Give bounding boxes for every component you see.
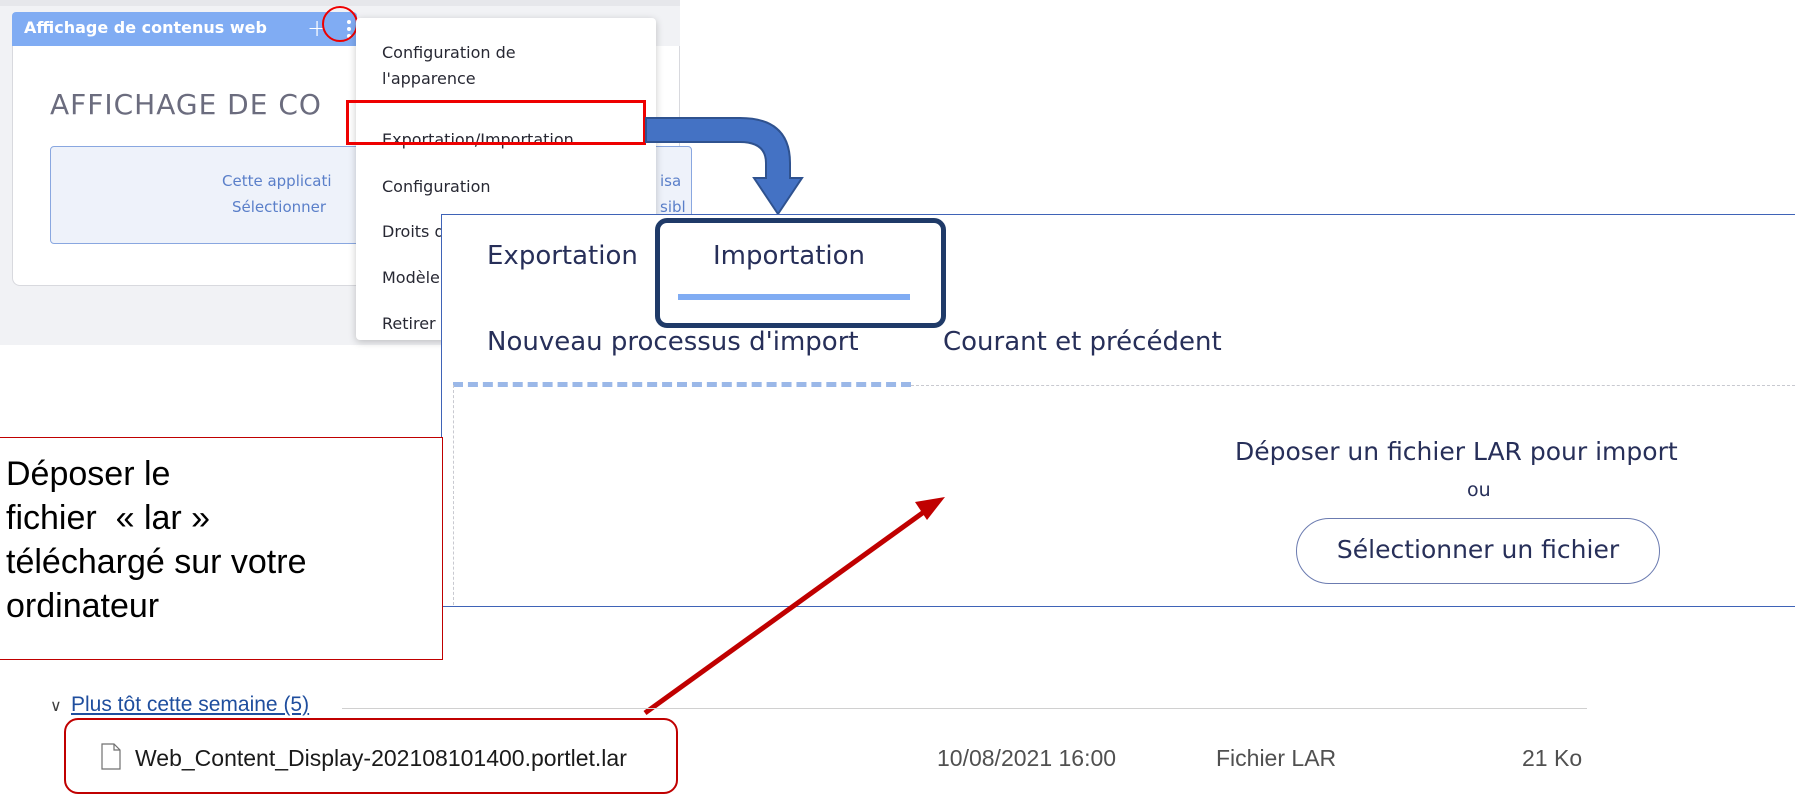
- chevron-down-icon[interactable]: ∨: [50, 696, 62, 715]
- file-icon: [101, 743, 121, 770]
- file-size: 21 Ko: [1522, 745, 1583, 771]
- red-arrow-icon: [643, 497, 945, 716]
- file-type: Fichier LAR: [1216, 745, 1337, 771]
- file-name[interactable]: Web_Content_Display-202108101400.portlet…: [135, 745, 627, 772]
- file-date: 10/08/2021 16:00: [937, 745, 1117, 771]
- group-label[interactable]: Plus tôt cette semaine (5): [71, 693, 309, 717]
- group-divider: [342, 708, 1587, 709]
